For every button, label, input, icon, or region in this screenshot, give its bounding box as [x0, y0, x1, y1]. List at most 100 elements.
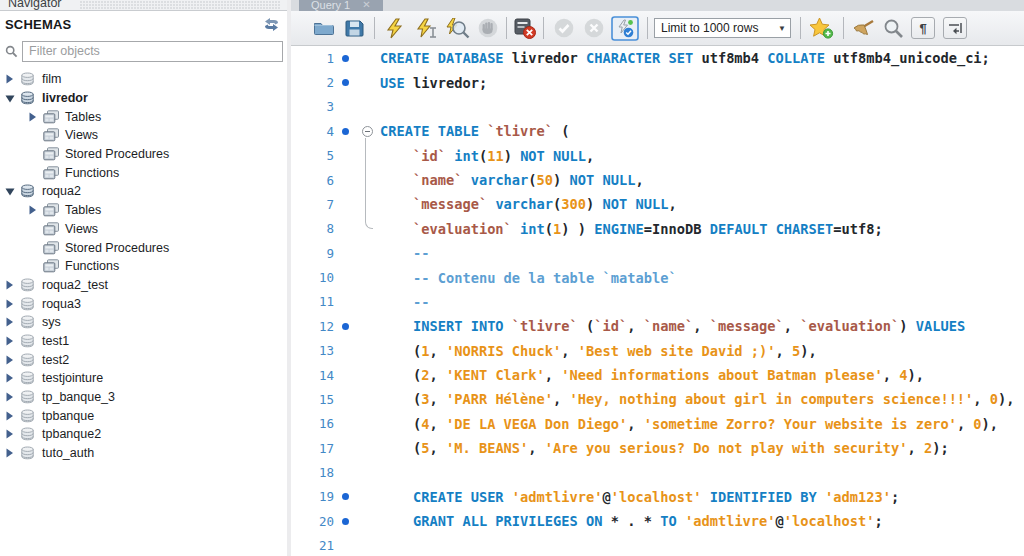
code-line-11[interactable]: 11 --	[291, 290, 1024, 314]
schema-icon	[20, 334, 35, 348]
schema-icon	[20, 91, 35, 105]
tree-item-label: roqua3	[42, 297, 81, 311]
tree-item-label: roqua2	[42, 184, 81, 198]
expand-arrow-icon[interactable]	[28, 205, 37, 215]
line-number: 19	[291, 489, 336, 504]
tree-item-tuto-auth[interactable]: tuto_auth	[0, 444, 287, 463]
expand-arrow-icon[interactable]	[5, 336, 14, 346]
rollback-button[interactable]	[584, 18, 604, 38]
close-tab-icon[interactable]: ✕	[362, 0, 370, 10]
navigator-titlebar: Navigator	[0, 0, 287, 11]
tree-item-stored-procedures[interactable]: Stored Procedures	[0, 145, 287, 164]
tree-item-test2[interactable]: test2	[0, 350, 287, 369]
commit-button[interactable]	[554, 18, 574, 38]
tree-item-roqua2[interactable]: roqua2	[0, 182, 287, 201]
tree-item-label: livredor	[42, 91, 88, 105]
expand-arrow-icon[interactable]	[5, 411, 14, 421]
open-file-button[interactable]	[313, 20, 335, 36]
execute-button[interactable]	[384, 18, 405, 39]
tree-item-functions[interactable]: Functions	[0, 257, 287, 276]
query-tab[interactable]: Query 1 ✕	[299, 0, 383, 11]
limit-rows-select[interactable]: Limit to 1000 rows ▼	[654, 18, 791, 38]
code-line-6[interactable]: 6 `name` varchar(50) NOT NULL,	[291, 168, 1024, 192]
tree-item-test1[interactable]: test1	[0, 332, 287, 351]
table-folder-icon	[43, 241, 60, 255]
code-line-18[interactable]: 18	[291, 460, 1024, 484]
tree-item-testjointure[interactable]: testjointure	[0, 369, 287, 388]
code-line-7[interactable]: 7 `message` varchar(300) NOT NULL,	[291, 192, 1024, 216]
tree-item-film[interactable]: film	[0, 70, 287, 89]
expand-arrow-icon[interactable]	[5, 429, 14, 439]
find-button[interactable]	[883, 18, 904, 39]
tree-item-label: testjointure	[42, 371, 103, 385]
expand-arrow-icon[interactable]	[5, 299, 14, 309]
save-snippet-button[interactable]	[809, 17, 834, 39]
code-line-9[interactable]: 9 --	[291, 241, 1024, 265]
expand-arrow-icon[interactable]	[5, 317, 14, 327]
code-line-13[interactable]: 13 (1, 'NORRIS Chuck', 'Best web site Da…	[291, 339, 1024, 363]
collapse-arrow-icon[interactable]	[5, 187, 15, 196]
refresh-schemas-icon[interactable]	[263, 18, 280, 31]
tree-item-views[interactable]: Views	[0, 220, 287, 239]
code-line-5[interactable]: 5 `id` int(11) NOT NULL,	[291, 144, 1024, 168]
tree-item-tables[interactable]: Tables	[0, 107, 287, 126]
toggle-invisibles-button[interactable]: ¶	[911, 17, 935, 39]
tree-item-roqua3[interactable]: roqua3	[0, 294, 287, 313]
fold-toggle-icon[interactable]	[362, 126, 373, 137]
code-text: CREATE USER 'admtlivre'@'localhost' IDEN…	[380, 489, 899, 505]
sql-code-area[interactable]: 1 CREATE DATABASE livredor CHARACTER SET …	[291, 46, 1024, 556]
toggle-stop-on-error-button[interactable]	[514, 18, 536, 39]
tree-item-tpbanque[interactable]: tpbanque	[0, 406, 287, 425]
expand-arrow-icon[interactable]	[5, 355, 14, 365]
code-line-8[interactable]: 8 `evaluation` int(1) ) ENGINE=InnoDB DE…	[291, 217, 1024, 241]
tree-item-label: film	[42, 72, 61, 86]
tree-item-tpbanque2[interactable]: tpbanque2	[0, 425, 287, 444]
toggle-wrap-button[interactable]	[943, 17, 967, 39]
expand-arrow-icon[interactable]	[5, 373, 14, 383]
expand-arrow-icon[interactable]	[5, 280, 14, 290]
toggle-autocommit-button[interactable]	[611, 16, 639, 41]
code-line-19[interactable]: 19 CREATE USER 'admtlivre'@'localhost' I…	[291, 485, 1024, 509]
search-icon	[5, 45, 18, 58]
code-line-3[interactable]: 3	[291, 95, 1024, 119]
expand-arrow-icon[interactable]	[5, 74, 14, 84]
execute-current-button[interactable]	[415, 18, 437, 39]
explain-button[interactable]	[445, 18, 470, 39]
save-button[interactable]	[345, 19, 364, 37]
stop-button[interactable]	[478, 18, 498, 38]
line-number: 6	[291, 173, 336, 188]
code-line-20[interactable]: 20 GRANT ALL PRIVILEGES ON * . * TO 'adm…	[291, 509, 1024, 533]
beautify-button[interactable]	[851, 18, 875, 39]
tree-item-tables[interactable]: Tables	[0, 201, 287, 220]
titlebar-drag-texture	[80, 1, 280, 9]
dropdown-caret-icon: ▼	[774, 24, 790, 33]
code-line-10[interactable]: 10 -- Contenu de la table `matable`	[291, 265, 1024, 289]
expand-arrow-icon[interactable]	[28, 112, 37, 122]
code-text: (5, 'M. BEANS', 'Are you serious? Do not…	[380, 440, 949, 456]
code-line-12[interactable]: 12 INSERT INTO `tlivre` (`id`, `name`, `…	[291, 314, 1024, 338]
expand-arrow-icon[interactable]	[5, 392, 14, 402]
tree-item-label: Views	[65, 128, 98, 142]
tree-item-roqua2-test[interactable]: roqua2_test	[0, 276, 287, 295]
tree-item-tp-banque-3[interactable]: tp_banque_3	[0, 388, 287, 407]
code-line-1[interactable]: 1 CREATE DATABASE livredor CHARACTER SET …	[291, 46, 1024, 70]
code-line-16[interactable]: 16 (4, 'DE LA VEGA Don Diego', 'sometime…	[291, 412, 1024, 436]
code-line-2[interactable]: 2USE livredor;	[291, 70, 1024, 94]
code-line-21[interactable]: 21	[291, 534, 1024, 556]
code-line-4[interactable]: 4CREATE TABLE `tlivre` (	[291, 119, 1024, 143]
tree-item-views[interactable]: Views	[0, 126, 287, 145]
tree-item-livredor[interactable]: livredor	[0, 89, 287, 108]
code-line-14[interactable]: 14 (2, 'KENT Clark', 'Need informations …	[291, 363, 1024, 387]
line-number: 16	[291, 416, 336, 431]
code-line-17[interactable]: 17 (5, 'M. BEANS', 'Are you serious? Do …	[291, 436, 1024, 460]
line-number: 1	[291, 51, 336, 66]
code-line-15[interactable]: 15 (3, 'PARR Hélène', 'Hey, nothing abou…	[291, 387, 1024, 411]
tree-item-stored-procedures[interactable]: Stored Procedures	[0, 238, 287, 257]
expand-arrow-icon[interactable]	[5, 448, 14, 458]
code-text: CREATE DATABASE livredor CHARACTER SET u…	[380, 50, 990, 66]
collapse-arrow-icon[interactable]	[5, 94, 15, 103]
tree-item-sys[interactable]: sys	[0, 313, 287, 332]
navigator-title: Navigator	[8, 0, 62, 10]
tree-item-functions[interactable]: Functions	[0, 163, 287, 182]
filter-objects-input[interactable]: Filter objects	[22, 41, 283, 62]
